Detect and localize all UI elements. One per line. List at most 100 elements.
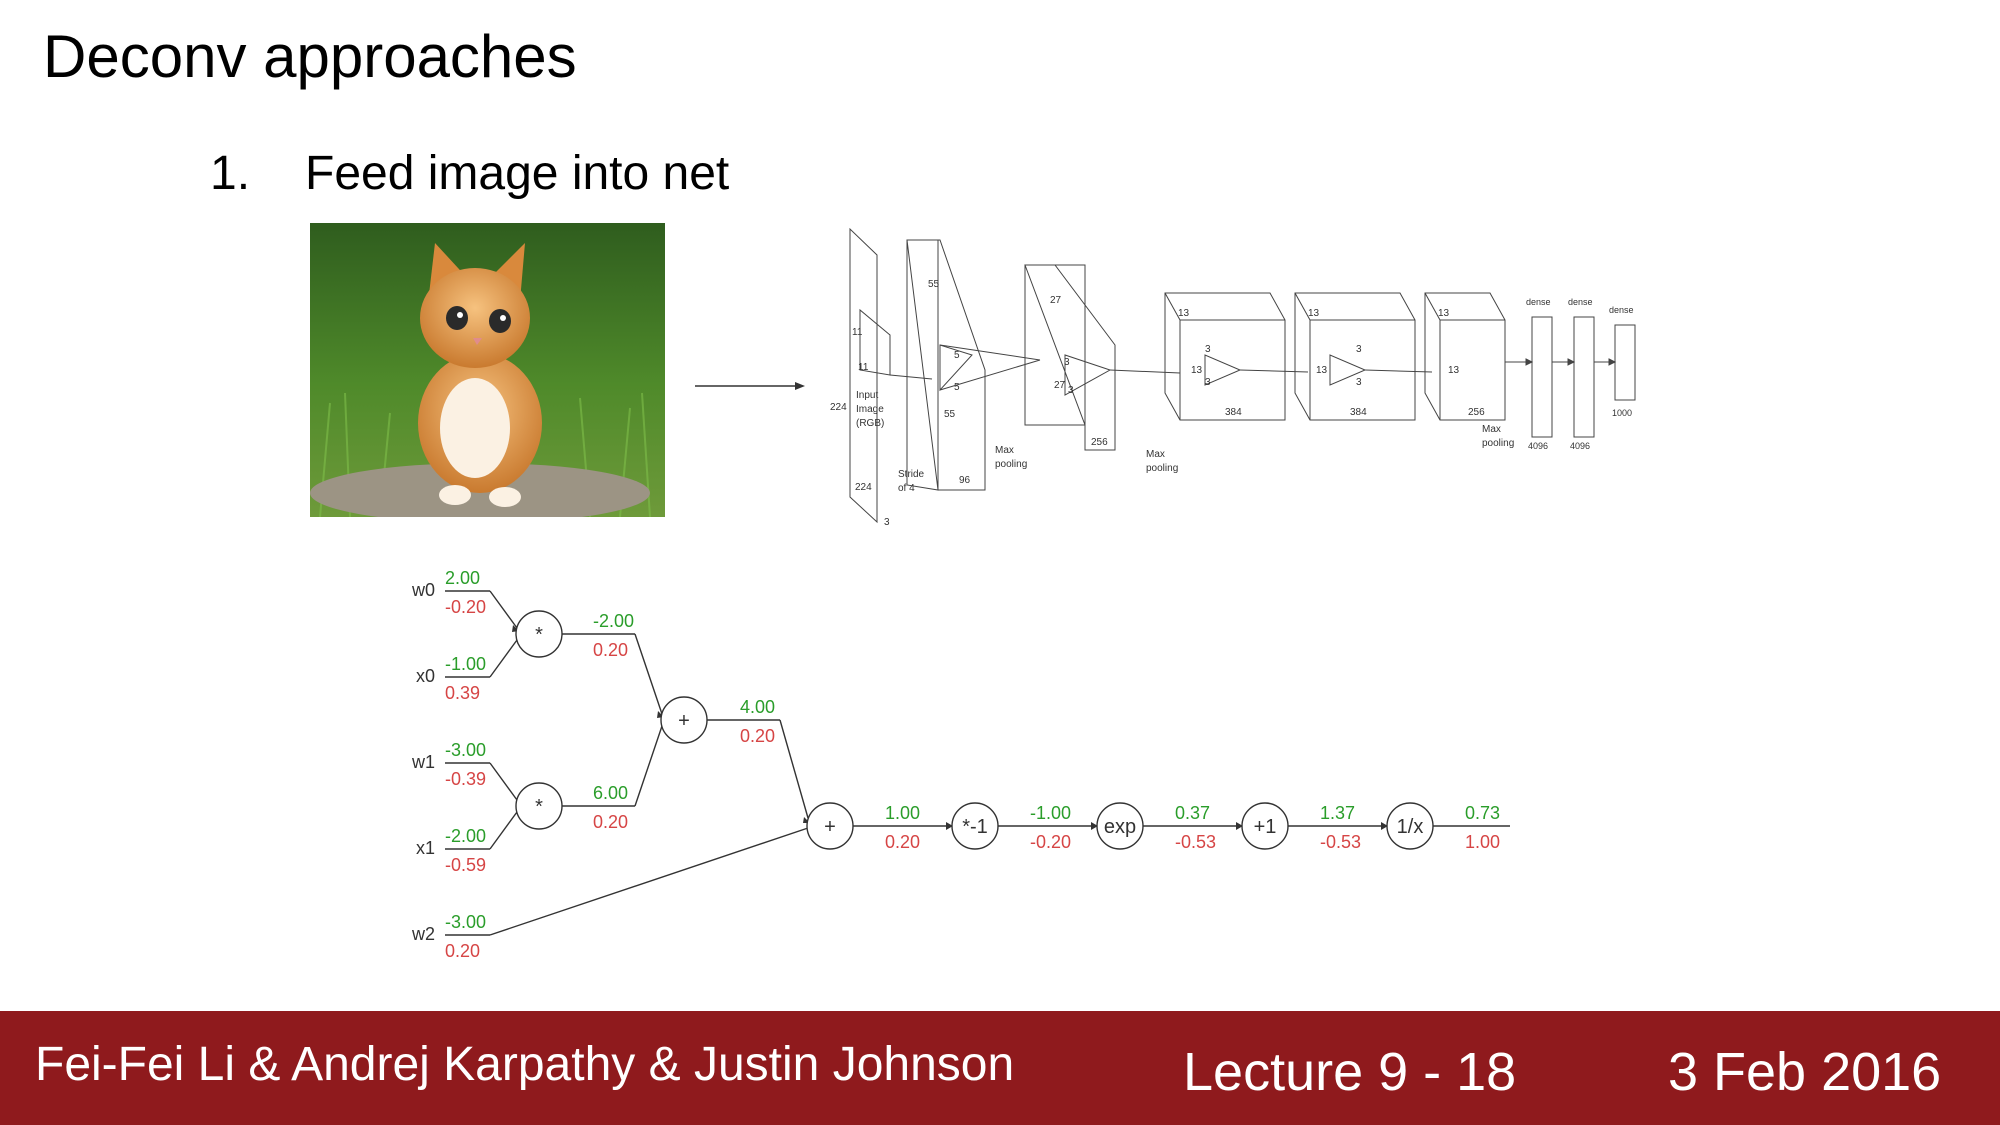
svg-text:Image: Image [856,404,884,415]
svg-text:-1.00: -1.00 [445,654,486,674]
input-w0: w0 [411,580,435,600]
svg-text:-2.00: -2.00 [593,611,634,631]
svg-text:4.00: 4.00 [740,697,775,717]
kitten-image [310,223,665,517]
svg-text:exp: exp [1104,816,1136,838]
footer-date: 3 Feb 2016 [1668,1042,1942,1102]
svg-text:1000: 1000 [1612,408,1632,418]
svg-text:(RGB): (RGB) [856,418,884,429]
svg-text:*: * [535,796,543,818]
svg-text:4096: 4096 [1528,441,1548,451]
svg-text:*: * [535,624,543,646]
convnet-architecture-diagram: 11 11 224 224 3 Input Image (RGB) Stride… [830,227,1636,528]
svg-text:6.00: 6.00 [593,783,628,803]
svg-text:1/x: 1/x [1397,816,1424,838]
svg-text:3: 3 [1356,377,1362,388]
input-w2: w2 [411,924,435,944]
footer-lecture: Lecture 9 - 18 [1183,1042,1517,1102]
conv2-layer: 27 27 3 3 256 Max pooling [1024,264,1181,474]
svg-text:-3.00: -3.00 [445,740,486,760]
svg-text:-2.00: -2.00 [445,826,486,846]
svg-text:11: 11 [852,327,863,338]
svg-text:+: + [824,816,836,838]
conv5-layer: 13 13 256 Max pooling [1424,292,1534,449]
svg-text:Input: Input [856,390,878,401]
svg-text:384: 384 [1225,407,1242,418]
svg-text:13: 13 [1178,308,1190,319]
conv4-layer: 13 13 3 3 384 [1294,292,1433,421]
svg-text:-0.20: -0.20 [1030,832,1071,852]
svg-text:256: 256 [1468,407,1485,418]
svg-text:-0.59: -0.59 [445,855,486,875]
svg-text:13: 13 [1448,365,1460,376]
svg-text:0.37: 0.37 [1175,803,1210,823]
svg-text:13: 13 [1308,308,1320,319]
arrow-right-icon [695,382,805,390]
input-x1: x1 [416,838,435,858]
input-w1: w1 [411,752,435,772]
svg-text:13: 13 [1191,365,1203,376]
svg-text:Max: Max [995,445,1014,456]
svg-text:13: 13 [1438,308,1450,319]
svg-text:3: 3 [1356,344,1362,355]
svg-text:0.20: 0.20 [593,640,628,660]
svg-text:0.73: 0.73 [1465,803,1500,823]
svg-text:5: 5 [954,382,960,393]
computational-graph: * * + + *-1 exp +1 1/x w0 x0 w1 x1 w2 2.… [411,568,1510,961]
svg-text:-0.53: -0.53 [1175,832,1216,852]
svg-text:3: 3 [1205,344,1211,355]
input-x0: x0 [416,666,435,686]
svg-text:-3.00: -3.00 [445,912,486,932]
svg-text:3: 3 [1068,385,1074,396]
input-layer: 11 11 224 224 3 Input Image (RGB) Stride… [830,227,933,528]
svg-text:224: 224 [830,402,847,413]
svg-text:*-1: *-1 [962,816,988,838]
footer-bar: Fei-Fei Li & Andrej Karpathy & Justin Jo… [0,1011,2000,1125]
svg-text:55: 55 [928,279,940,290]
svg-text:pooling: pooling [1482,438,1514,449]
svg-text:dense: dense [1609,305,1634,315]
svg-text:27: 27 [1054,380,1066,391]
svg-text:0.20: 0.20 [593,812,628,832]
conv1-layer: 55 55 5 5 96 Max pooling [906,239,1041,491]
svg-text:dense: dense [1568,297,1593,307]
dense-layers: dense dense dense 4096 4096 1000 [1526,297,1636,451]
svg-text:pooling: pooling [995,459,1027,470]
svg-text:13: 13 [1316,365,1328,376]
svg-text:1.00: 1.00 [885,803,920,823]
footer-authors: Fei-Fei Li & Andrej Karpathy & Justin Jo… [35,1038,1015,1091]
svg-text:-1.00: -1.00 [1030,803,1071,823]
svg-text:-0.39: -0.39 [445,769,486,789]
svg-text:2.00: 2.00 [445,568,480,588]
svg-text:dense: dense [1526,297,1551,307]
bullet-number: 1. [210,147,251,200]
svg-text:5: 5 [954,350,960,361]
conv3-layer: 13 13 3 3 384 [1164,292,1309,421]
svg-text:Max: Max [1146,449,1165,460]
svg-text:11: 11 [858,362,869,373]
svg-text:0.20: 0.20 [445,941,480,961]
svg-text:27: 27 [1050,295,1062,306]
svg-text:1.00: 1.00 [1465,832,1500,852]
svg-text:-0.53: -0.53 [1320,832,1361,852]
svg-text:3: 3 [884,517,890,528]
bullet-text: Feed image into net [305,147,730,200]
svg-text:3: 3 [1064,357,1070,368]
svg-text:55: 55 [944,409,956,420]
svg-text:0.20: 0.20 [885,832,920,852]
bullet-item: 1. Feed image into net [210,146,729,201]
svg-text:+: + [678,710,690,732]
svg-text:Stride: Stride [898,469,925,480]
svg-text:4096: 4096 [1570,441,1590,451]
svg-text:Max: Max [1482,424,1501,435]
svg-text:0.20: 0.20 [740,726,775,746]
svg-text:256: 256 [1091,437,1108,448]
svg-text:1.37: 1.37 [1320,803,1355,823]
svg-text:3: 3 [1205,377,1211,388]
svg-text:-0.20: -0.20 [445,597,486,617]
svg-text:pooling: pooling [1146,463,1178,474]
slide-title: Deconv approaches [43,23,577,90]
svg-text:384: 384 [1350,407,1367,418]
svg-text:+1: +1 [1254,816,1277,838]
svg-text:224: 224 [855,482,872,493]
